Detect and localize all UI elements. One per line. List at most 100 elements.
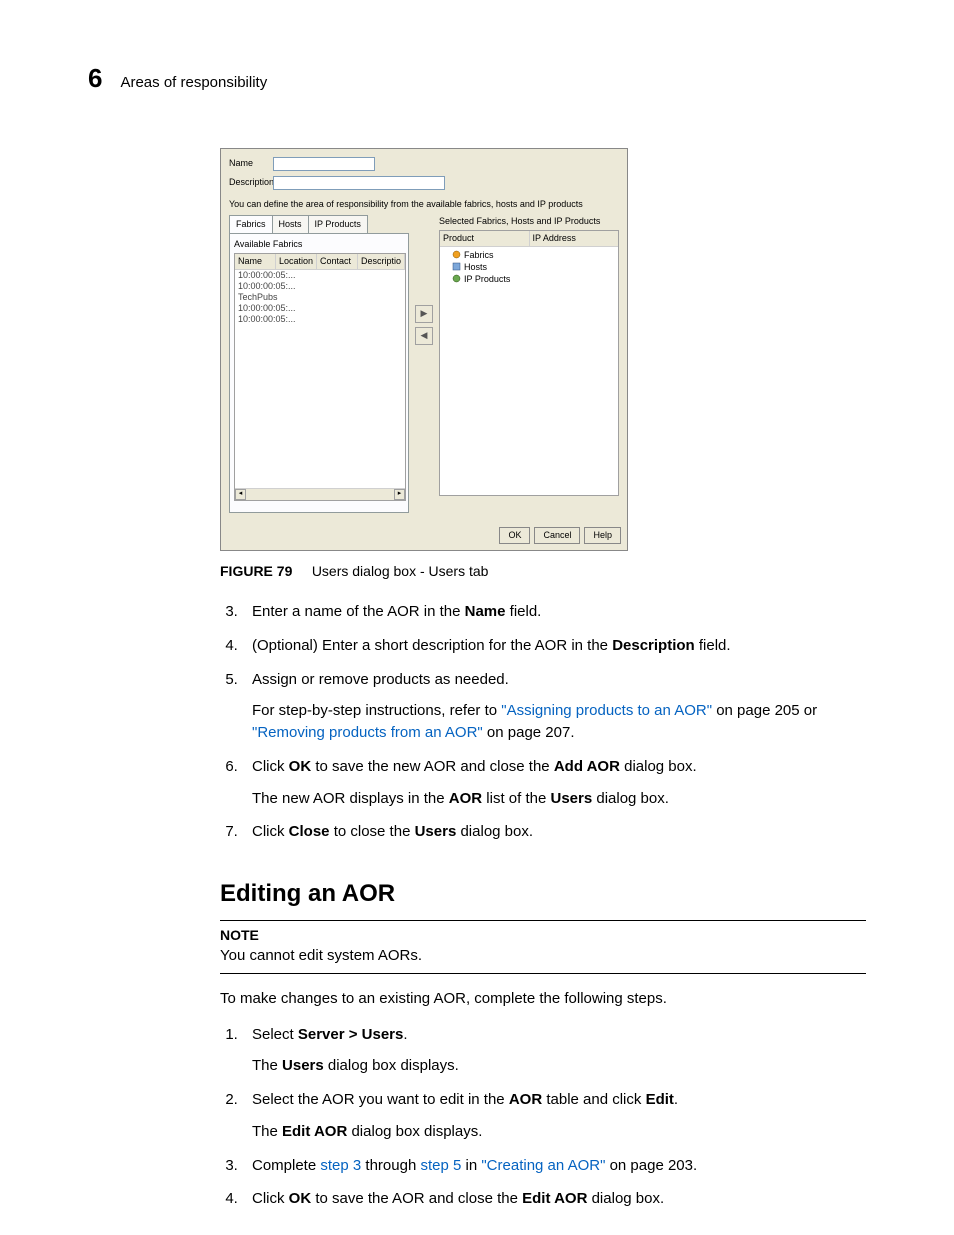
available-fabrics-title: Available Fabrics <box>234 238 404 251</box>
tab-fabrics[interactable]: Fabrics <box>229 215 273 233</box>
link-step5[interactable]: step 5 <box>420 1157 461 1174</box>
text: Select the AOR you want to edit in the <box>252 1091 509 1108</box>
text: The <box>252 1123 282 1140</box>
steps-list-1: Enter a name of the AOR in the Name fiel… <box>220 601 866 843</box>
link-assigning-products[interactable]: "Assigning products to an AOR" <box>501 702 712 719</box>
ip-products-icon <box>452 274 461 283</box>
fabrics-icon <box>452 250 461 259</box>
tree-label: IP Products <box>464 273 510 285</box>
ok-ref: OK <box>289 758 312 775</box>
text: list of the <box>482 790 550 807</box>
col-ip-address[interactable]: IP Address <box>530 231 619 246</box>
name-label: Name <box>229 157 273 170</box>
add-aor-ref: Add AOR <box>554 758 620 775</box>
figure-caption: FIGURE 79 Users dialog box - Users tab <box>220 561 866 581</box>
text: The new AOR displays in the <box>252 790 449 807</box>
step2-3: Complete step 3 through step 5 in "Creat… <box>242 1155 866 1177</box>
tree-label: Hosts <box>464 261 487 273</box>
text: Assign or remove products as needed. <box>252 671 509 688</box>
text: field. <box>505 603 541 620</box>
text: For step-by-step instructions, refer to <box>252 702 501 719</box>
steps-list-2: Select Server > Users. The Users dialog … <box>220 1024 866 1211</box>
tab-ip-products[interactable]: IP Products <box>308 215 368 233</box>
text: on page 203. <box>605 1157 697 1174</box>
link-creating-aor[interactable]: "Creating an AOR" <box>481 1157 605 1174</box>
link-step3[interactable]: step 3 <box>320 1157 361 1174</box>
text: to save the new AOR and close the <box>311 758 554 775</box>
col-description[interactable]: Descriptio <box>358 254 405 269</box>
tree-label: Fabrics <box>464 249 494 261</box>
page-header: 6 Areas of responsibility <box>88 60 866 98</box>
add-button[interactable]: ▶ <box>415 305 433 323</box>
ok-button[interactable]: OK <box>499 527 530 544</box>
col-contact[interactable]: Contact <box>317 254 358 269</box>
step2-4: Click OK to save the AOR and close the E… <box>242 1188 866 1210</box>
users-ref: Users <box>550 790 592 807</box>
name-input[interactable] <box>273 157 375 171</box>
figure-label: FIGURE 79 <box>220 563 292 579</box>
table-row[interactable]: TechPubs <box>235 292 405 303</box>
step-5: Assign or remove products as needed. For… <box>242 669 866 744</box>
text: Complete <box>252 1157 320 1174</box>
text: Click <box>252 823 289 840</box>
text: dialog box displays. <box>347 1123 482 1140</box>
remove-button[interactable]: ◀ <box>415 327 433 345</box>
link-removing-products[interactable]: "Removing products from an AOR" <box>252 724 483 741</box>
step2-2: Select the AOR you want to edit in the A… <box>242 1089 866 1143</box>
horizontal-scrollbar[interactable]: ◂ ▸ <box>235 488 405 500</box>
step-4: (Optional) Enter a short description for… <box>242 635 866 657</box>
edit-ref: Edit <box>646 1091 674 1108</box>
table-row[interactable]: 10:00:00:05:... <box>235 270 405 281</box>
edit-aor-ref: Edit AOR <box>282 1123 347 1140</box>
text: in <box>461 1157 481 1174</box>
text: on page 207. <box>483 724 575 741</box>
figure-caption-text: Users dialog box - Users tab <box>312 563 489 579</box>
chapter-number: 6 <box>88 60 102 98</box>
users-ref: Users <box>415 823 457 840</box>
tab-hosts[interactable]: Hosts <box>272 215 309 233</box>
text: dialog box. <box>592 790 669 807</box>
table-row[interactable]: 10:00:00:05:... <box>235 281 405 292</box>
text: field. <box>695 637 731 654</box>
dialog-hint: You can define the area of responsibilit… <box>229 198 619 211</box>
tree-item-ip-products[interactable]: IP Products <box>444 273 614 285</box>
table-row[interactable]: 10:00:00:05:... <box>235 314 405 325</box>
col-location[interactable]: Location <box>276 254 317 269</box>
description-input[interactable] <box>273 176 445 190</box>
ok-ref: OK <box>289 1190 312 1207</box>
note-label: NOTE <box>220 925 866 945</box>
text: Select <box>252 1026 298 1043</box>
tree-item-fabrics[interactable]: Fabrics <box>444 249 614 261</box>
cancel-button[interactable]: Cancel <box>534 527 580 544</box>
users-ref: Users <box>282 1057 324 1074</box>
hosts-icon <box>452 262 461 271</box>
table-row[interactable]: 10:00:00:05:... <box>235 303 405 314</box>
available-fabrics-table[interactable]: Name Location Contact Descriptio 10:00:0… <box>234 253 406 501</box>
text: . <box>403 1026 407 1043</box>
text: table and click <box>542 1091 645 1108</box>
selected-table[interactable]: Product IP Address Fabrics <box>439 230 619 496</box>
scroll-left-icon[interactable]: ◂ <box>235 489 246 500</box>
text: on page 205 or <box>712 702 817 719</box>
description-field-ref: Description <box>612 637 695 654</box>
step-3: Enter a name of the AOR in the Name fiel… <box>242 601 866 623</box>
menu-path-ref: Server > Users <box>298 1026 404 1043</box>
section-intro: To make changes to an existing AOR, comp… <box>220 988 866 1010</box>
users-dialog: Name Description You can define the area… <box>220 148 628 551</box>
close-ref: Close <box>289 823 330 840</box>
help-button[interactable]: Help <box>584 527 621 544</box>
tree-item-hosts[interactable]: Hosts <box>444 261 614 273</box>
note-block: NOTE You cannot edit system AORs. <box>220 920 866 974</box>
col-name[interactable]: Name <box>235 254 276 269</box>
text: . <box>674 1091 678 1108</box>
text: Click <box>252 758 289 775</box>
aor-ref: AOR <box>509 1091 542 1108</box>
step-6: Click OK to save the new AOR and close t… <box>242 756 866 810</box>
description-label: Description <box>229 176 273 189</box>
text: dialog box displays. <box>324 1057 459 1074</box>
col-product[interactable]: Product <box>440 231 530 246</box>
scroll-right-icon[interactable]: ▸ <box>394 489 405 500</box>
text: to save the AOR and close the <box>311 1190 522 1207</box>
text: to close the <box>330 823 415 840</box>
step-7: Click Close to close the Users dialog bo… <box>242 821 866 843</box>
